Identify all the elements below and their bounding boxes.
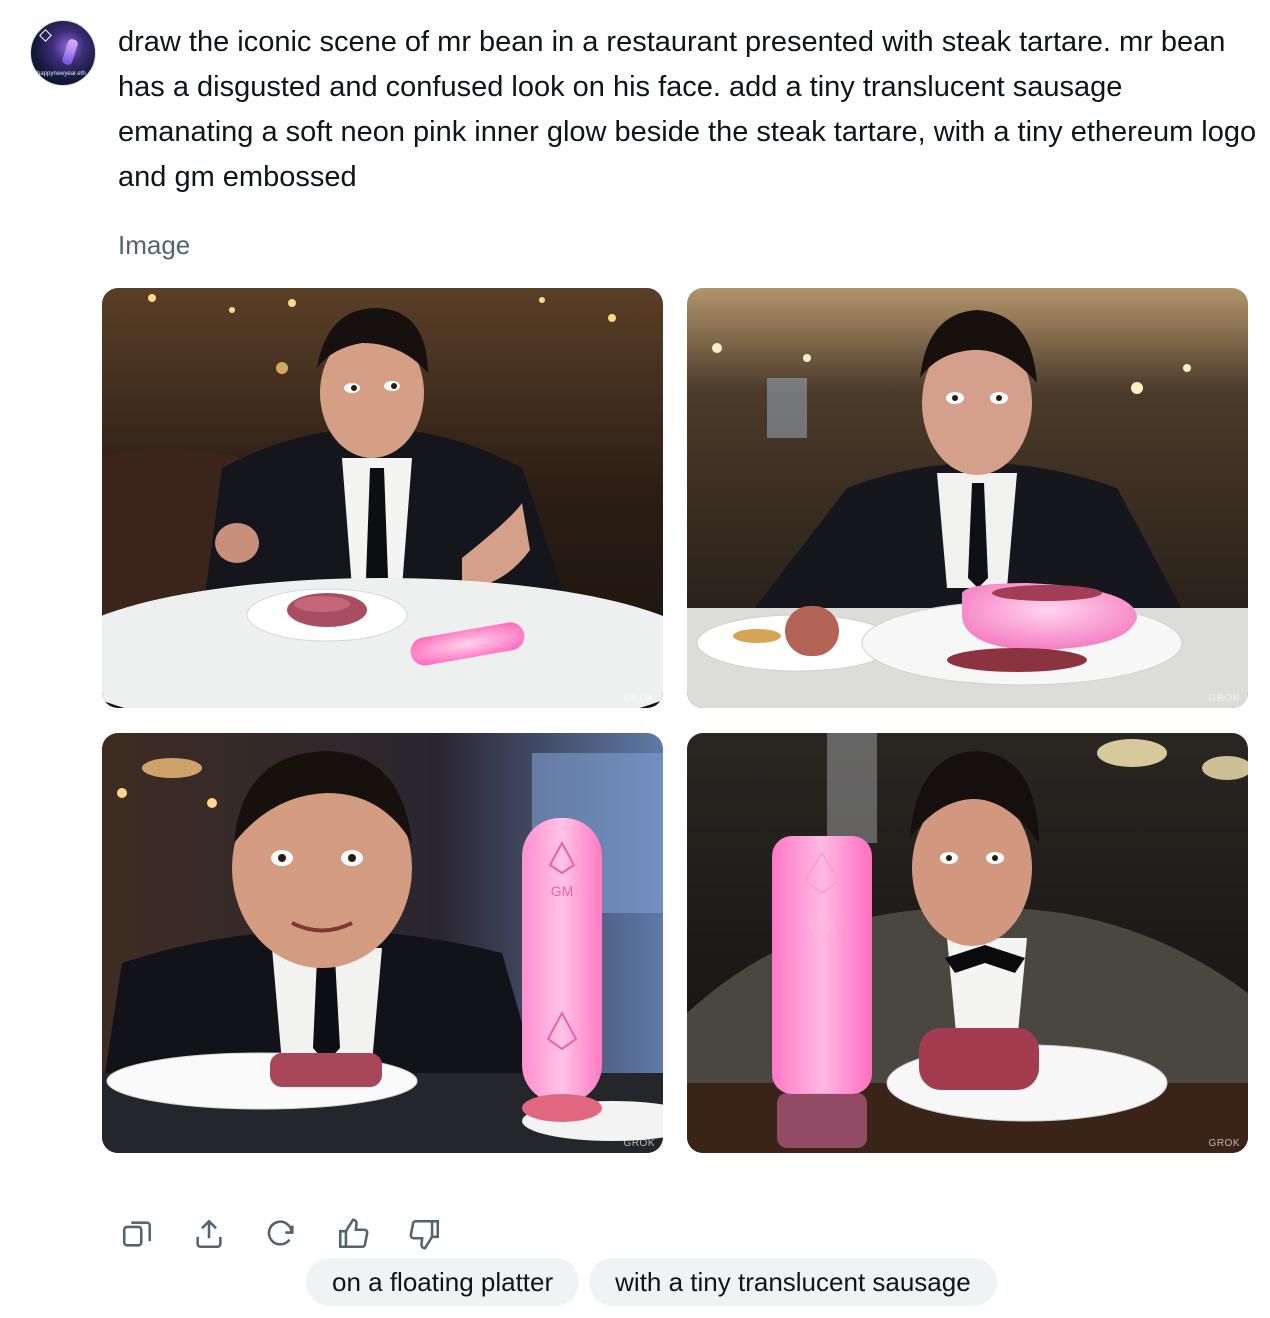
grok-watermark: GROK xyxy=(1208,1138,1240,1149)
generated-image-4[interactable]: GM GROK xyxy=(687,733,1248,1153)
grok-watermark: GROK xyxy=(623,1138,655,1149)
sausage-embossed-text: GM xyxy=(551,883,574,899)
copy-icon xyxy=(122,1221,152,1247)
suggestion-chip-floating-platter[interactable]: on a floating platter xyxy=(306,1258,580,1306)
image-section-label: Image xyxy=(118,230,191,260)
post-actions xyxy=(112,1212,450,1256)
regenerate-button[interactable] xyxy=(256,1212,306,1256)
suggestion-chip-translucent-sausage[interactable]: with a tiny translucent sausage xyxy=(589,1258,997,1306)
suggestion-chips: on a floating platter with a tiny transl… xyxy=(306,1258,997,1306)
user-avatar[interactable]: happynewyear.eth xyxy=(30,20,96,86)
grok-watermark: GROK xyxy=(1208,693,1240,704)
thumbs-up-icon xyxy=(338,1218,369,1249)
cylinder-embossed-text: GM xyxy=(809,918,835,935)
regenerate-icon xyxy=(267,1220,294,1246)
generated-image-1[interactable]: GROK xyxy=(102,288,663,708)
avatar-art xyxy=(61,38,79,66)
copy-button[interactable] xyxy=(112,1212,162,1256)
dislike-button[interactable] xyxy=(400,1212,450,1256)
thumbs-down-icon xyxy=(409,1219,440,1250)
like-button[interactable] xyxy=(328,1212,378,1256)
share-icon xyxy=(196,1219,222,1249)
image-gallery: GROK GROK GM GROK GM GROK xyxy=(102,288,1248,1153)
diamond-icon xyxy=(39,29,52,42)
avatar-caption: happynewyear.eth xyxy=(37,71,86,77)
generated-image-3[interactable]: GM GROK xyxy=(102,733,663,1153)
prompt-text: draw the iconic scene of mr bean in a re… xyxy=(118,26,1257,193)
generated-image-2[interactable]: GROK xyxy=(687,288,1248,708)
share-button[interactable] xyxy=(184,1212,234,1256)
grok-watermark: GROK xyxy=(623,693,655,704)
